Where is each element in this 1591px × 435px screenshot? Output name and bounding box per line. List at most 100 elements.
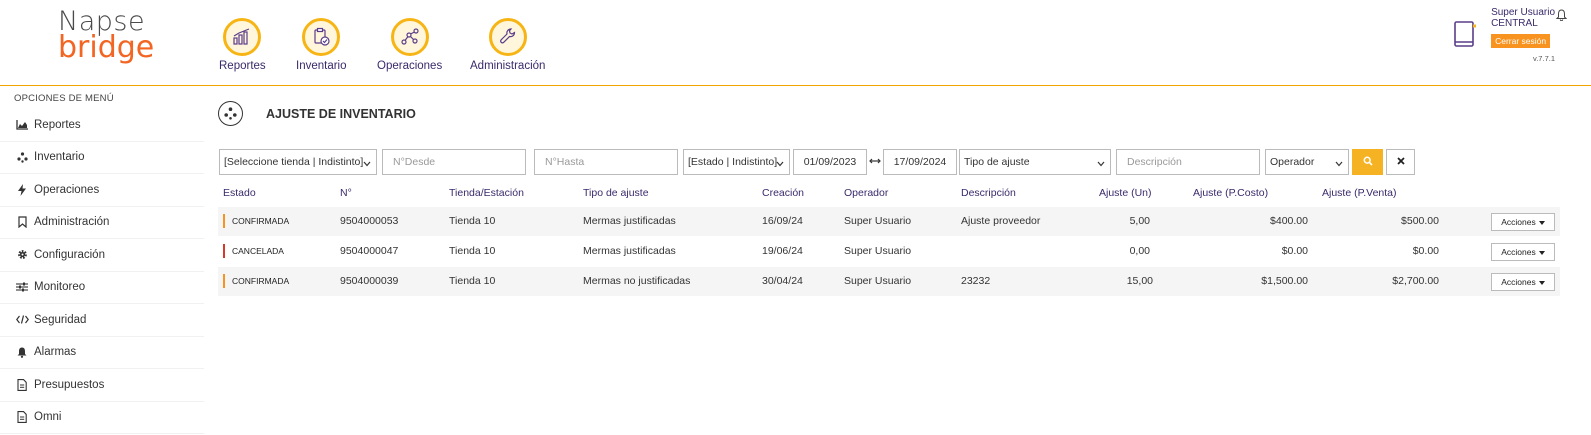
top-bar: Napse bridge Reportes Inventario Operaci… — [0, 0, 1591, 86]
chevron-down-icon — [776, 158, 784, 170]
actions-dropdown-button[interactable]: Acciones — [1491, 213, 1555, 231]
actions-label: Acciones — [1501, 247, 1536, 257]
cell-ajuste-venta: $0.00 — [1412, 245, 1439, 257]
cell-tienda: Tienda 10 — [449, 275, 496, 287]
sidebar-item-seguridad[interactable]: Seguridad — [0, 304, 204, 337]
chevron-down-icon — [1097, 158, 1105, 170]
module-inventario[interactable]: Inventario — [296, 18, 347, 72]
actions-label: Acciones — [1501, 277, 1536, 287]
sidebar-item-label: Seguridad — [34, 313, 87, 326]
cell-ajuste-un: 0,00 — [1129, 245, 1150, 257]
logout-button[interactable]: Cerrar sesión — [1491, 34, 1551, 48]
column-header[interactable]: Ajuste (P.Venta) — [1322, 187, 1397, 199]
sidebar-item-administracion[interactable]: Administración — [0, 207, 204, 239]
sidebar-item-label: Reportes — [34, 118, 81, 131]
sidebar-item-inventario[interactable]: Inventario — [0, 142, 204, 174]
cell-creacion: 19/06/24 — [762, 245, 803, 257]
store-select[interactable]: [Seleccione tienda | Indistinto] — [219, 149, 377, 175]
actions-dropdown-button[interactable]: Acciones — [1491, 273, 1555, 291]
page-header: AJUSTE DE INVENTARIO — [218, 101, 416, 126]
module-operaciones[interactable]: Operaciones — [377, 18, 442, 72]
cell-operador: Super Usuario — [844, 245, 912, 257]
operator-select-value: Operador — [1270, 156, 1315, 168]
page-title: AJUSTE DE INVENTARIO — [266, 106, 416, 121]
column-header[interactable]: Operador — [844, 187, 888, 199]
search-icon — [1363, 153, 1373, 171]
cell-operador: Super Usuario — [844, 215, 912, 227]
cell-operador: Super Usuario — [844, 275, 912, 287]
reports-chart-icon — [223, 18, 262, 56]
code-icon — [14, 315, 30, 324]
module-reportes[interactable]: Reportes — [219, 18, 266, 72]
status-badge: CANCELADA — [223, 244, 284, 258]
column-header[interactable]: Ajuste (Un) — [1099, 187, 1152, 199]
column-header[interactable]: Ajuste (P.Costo) — [1193, 187, 1268, 199]
app-version: v.7.7.1 — [1533, 54, 1555, 63]
column-header[interactable]: Descripción — [961, 187, 1016, 199]
sidebar-item-omni[interactable]: Omni — [0, 402, 204, 434]
table-header: Estado N° Tienda/Estación Tipo de ajuste… — [204, 187, 1564, 205]
caret-down-icon — [1538, 217, 1545, 227]
state-select[interactable]: [Estado | Indistinto] — [683, 149, 790, 175]
search-button[interactable] — [1352, 149, 1383, 175]
cell-ajuste-costo: $0.00 — [1281, 245, 1308, 257]
column-header[interactable]: Creación — [762, 187, 804, 199]
cell-tipo: Mermas no justificadas — [583, 275, 691, 287]
number-from-input[interactable]: N°Desde — [382, 149, 526, 175]
column-header[interactable]: N° — [340, 187, 352, 199]
adjust-type-select[interactable]: Tipo de ajuste — [959, 149, 1111, 175]
document-icon — [14, 378, 30, 391]
cell-tienda: Tienda 10 — [449, 245, 496, 257]
cell-numero: 9504000039 — [340, 275, 399, 287]
clear-filters-button[interactable] — [1386, 149, 1415, 175]
description-input[interactable]: Descripción — [1116, 149, 1260, 175]
sidebar-item-presupuestos[interactable]: Presupuestos — [0, 369, 204, 402]
sidebar-item-operaciones[interactable]: Operaciones — [0, 174, 204, 207]
sidebar: OPCIONES DE MENÚ Reportes Inventario Ope… — [0, 87, 204, 435]
table-row[interactable]: CANCELADA 9504000047 Tienda 10 Mermas ju… — [218, 237, 1560, 266]
cell-descripcion: 23232 — [961, 275, 991, 287]
caret-down-icon — [1538, 277, 1545, 287]
logo-line2: bridge — [58, 30, 155, 65]
table-row[interactable]: CONFIRMADA 9504000039 Tienda 10 Mermas n… — [218, 267, 1560, 296]
number-to-input[interactable]: N°Hasta — [534, 149, 678, 175]
inventory-icon — [14, 152, 30, 163]
actions-dropdown-button[interactable]: Acciones — [1491, 243, 1555, 261]
cell-tipo: Mermas justificadas — [583, 245, 676, 257]
gear-icon — [14, 249, 30, 260]
sidebar-item-label: Operaciones — [34, 183, 100, 196]
module-label: Operaciones — [377, 60, 443, 72]
sidebar-item-label: Administración — [34, 216, 110, 229]
module-administracion[interactable]: Administración — [470, 18, 545, 72]
status-badge: CONFIRMADA — [223, 214, 289, 228]
cell-ajuste-venta: $500.00 — [1401, 215, 1439, 227]
cell-tienda: Tienda 10 — [449, 215, 496, 227]
column-header[interactable]: Tipo de ajuste — [583, 187, 649, 199]
cell-numero: 9504000047 — [340, 245, 399, 257]
napse-bridge-logo[interactable]: Napse bridge — [58, 8, 155, 65]
operator-select[interactable]: Operador — [1265, 149, 1349, 175]
status-badge: CONFIRMADA — [223, 274, 289, 288]
user-name: Super Usuario — [1491, 7, 1555, 18]
sidebar-item-configuracion[interactable]: Configuración — [0, 239, 204, 272]
bell-icon[interactable] — [1555, 8, 1568, 26]
sidebar-item-reportes[interactable]: Reportes — [0, 109, 204, 142]
column-header[interactable]: Estado — [223, 187, 256, 199]
sidebar-item-label: Configuración — [34, 248, 105, 261]
caret-down-icon — [1538, 247, 1545, 257]
sidebar-item-alarmas[interactable]: Alarmas — [0, 337, 204, 369]
column-header[interactable]: Tienda/Estación — [449, 187, 524, 199]
book-icon[interactable] — [1452, 20, 1478, 55]
table-row[interactable]: CONFIRMADA 9504000053 Tienda 10 Mermas j… — [218, 207, 1560, 236]
date-from-input[interactable]: 01/09/2023 — [793, 149, 867, 175]
sliders-icon — [14, 282, 30, 292]
wrench-icon — [488, 18, 527, 56]
user-box: Super Usuario CENTRAL Cerrar sesión v.7.… — [1491, 7, 1555, 63]
sidebar-item-label: Alarmas — [34, 346, 77, 359]
date-to-input[interactable]: 17/09/2024 — [883, 149, 957, 175]
inventory-icon — [218, 101, 243, 126]
cell-creacion: 16/09/24 — [762, 215, 803, 227]
cell-creacion: 30/04/24 — [762, 275, 803, 287]
sidebar-item-label: Inventario — [34, 151, 85, 164]
sidebar-item-monitoreo[interactable]: Monitoreo — [0, 272, 204, 304]
